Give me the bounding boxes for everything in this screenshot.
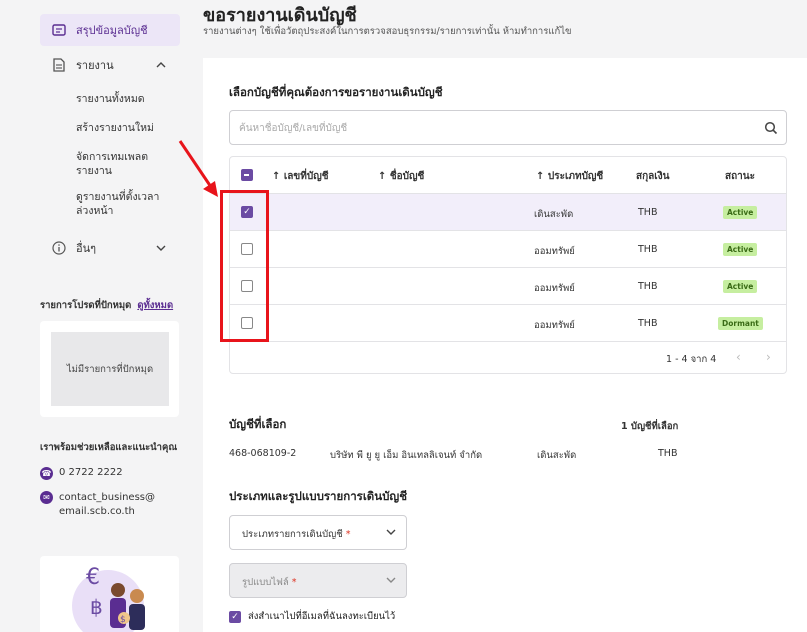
selected-count: 1 บัญชีที่เลือก [621,421,679,432]
info-icon [51,240,67,256]
view-all-link[interactable]: ดูทั้งหมด [137,298,173,313]
cell-currency: THB [638,207,658,218]
column-header-status: สถานะ [725,171,755,182]
column-header-currency: สกุลเงิน [636,171,670,182]
pagination-info: 1 - 4 จาก 4 [666,354,717,365]
mail-icon: ✉ [40,491,53,504]
cell-account-type: ออมทรัพย์ [534,320,575,331]
promo-illustration: € ฿ $ [72,565,145,632]
chevron-down-icon [386,573,396,586]
table-row[interactable]: ออมทรัพย์ THB Active [230,268,786,305]
pagination: 1 - 4 จาก 4 ‹ › [230,342,786,372]
svg-text:$: $ [120,615,126,625]
sidebar-subitem-all-reports[interactable]: รายงานทั้งหมด [76,92,176,106]
sidebar-item-label: อื่นๆ [76,242,97,255]
main-card: เลือกบัญชีที่คุณต้องการขอรายงานเดินบัญชี… [203,58,807,632]
svg-text:฿: ฿ [90,595,103,619]
search-box[interactable] [229,110,787,145]
annotation-highlight-box [220,190,269,342]
account-select-title: เลือกบัญชีที่คุณต้องการขอรายงานเดินบัญชี [229,85,443,99]
sidebar-item-account-summary[interactable]: สรุปข้อมูลบัญชี [40,14,180,46]
selected-account-no: 468-068109-2 [229,448,297,459]
cell-account-type: ออมทรัพย์ [534,283,575,294]
status-badge: Active [723,280,758,293]
sidebar-item-label: รายงาน [76,59,114,72]
cell-currency: THB [638,244,658,255]
pinned-card: ไม่มีรายการที่ปักหมุด [40,321,179,417]
email-copy-checkbox[interactable]: ✓ [229,610,241,623]
email-copy-option[interactable]: ✓ ส่งสำเนาไปที่อีเมลที่ฉันลงทะเบียนไว้ [229,609,395,624]
help-phone[interactable]: ☎ 0 2722 2222 [40,467,179,480]
table-row[interactable]: ออมทรัพย์ THB Active [230,231,786,268]
chevron-down-icon[interactable] [156,243,166,254]
chevron-down-icon [386,525,396,538]
file-format-select[interactable]: รูปแบบไฟล์ * [229,563,407,598]
sidebar-item-other[interactable]: อื่นๆ [40,234,180,262]
wallet-icon [51,22,67,38]
help-card: เราพร้อมช่วยเหลือและแนะนำคุณ ☎ 0 2722 22… [40,440,179,540]
cell-account-type: เดินสะพัด [534,209,574,220]
sidebar-subitem-scheduled[interactable]: ดูรายงานที่ตั้งเวลาล่วงหน้า [76,190,176,218]
column-header-account-name[interactable]: ↑ ชื่อบัญชี [378,169,424,184]
select-label: ประเภทรายการเดินบัญชี * [242,529,351,540]
cell-currency: THB [638,318,658,329]
document-icon [51,57,67,73]
svg-text:€: € [86,565,100,590]
format-title: ประเภทและรูปแบบรายการเดินบัญชี [229,489,408,503]
pinned-empty-state: ไม่มีรายการที่ปักหมุด [51,332,169,406]
status-badge: Active [723,243,758,256]
status-badge: Dormant [718,317,763,330]
chevron-up-icon[interactable] [156,60,166,71]
table-header: ↑ เลขที่บัญชี ↑ ชื่อบัญชี ↑ ประเภทบัญชี … [230,157,786,194]
column-header-account-no[interactable]: ↑ เลขที่บัญชี [272,169,329,184]
next-page-icon[interactable]: › [766,350,771,364]
page-subtitle: รายงานต่างๆ ใช้เพื่อวัตถุประสงค์ในการตรว… [203,26,572,37]
prev-page-icon[interactable]: ‹ [736,350,741,364]
phone-number: 0 2722 2222 [59,467,123,478]
phone-icon: ☎ [40,467,53,480]
table-row[interactable]: ออมทรัพย์ THB Dormant [230,305,786,342]
selected-account-type: เดินสะพัด [537,450,577,461]
search-icon[interactable] [764,121,778,135]
help-title: เราพร้อมช่วยเหลือและแนะนำคุณ [40,442,178,453]
selected-currency: THB [658,448,678,459]
sidebar-subitem-templates[interactable]: จัดการเทมเพลตรายงาน [76,150,176,178]
sidebar-item-label: สรุปข้อมูลบัญชี [76,24,148,37]
select-label: รูปแบบไฟล์ * [242,577,297,588]
column-header-account-type[interactable]: ↑ ประเภทบัญชี [536,169,603,184]
selected-accounts-title: บัญชีที่เลือก [229,417,287,431]
promo-card: € ฿ $ [40,556,179,632]
sidebar-subitem-create-report[interactable]: สร้างรายงานใหม่ [76,121,176,135]
pinned-header: รายการโปรดที่ปักหมุด ดูทั้งหมด [40,298,185,313]
search-input[interactable] [239,120,739,136]
selected-account-name: บริษัท พี ยู ยู เอ็ม อินเทลลิเจนท์ จำกัด [330,450,483,461]
email-address: contact_business@email.scb.co.th [59,492,156,517]
accounts-table: ↑ เลขที่บัญชี ↑ ชื่อบัญชี ↑ ประเภทบัญชี … [229,156,787,374]
sidebar: สรุปข้อมูลบัญชี รายงาน รายงานทั้งหมด สร้… [0,0,193,632]
status-badge: Active [723,206,758,219]
cell-account-type: ออมทรัพย์ [534,246,575,257]
cell-currency: THB [638,281,658,292]
pinned-title: รายการโปรดที่ปักหมุด [40,300,132,311]
sidebar-item-reports[interactable]: รายงาน [40,51,180,79]
statement-type-select[interactable]: ประเภทรายการเดินบัญชี * [229,515,407,550]
email-copy-label: ส่งสำเนาไปที่อีเมลที่ฉันลงทะเบียนไว้ [248,611,396,622]
help-email[interactable]: ✉ contact_business@email.scb.co.th [40,491,179,519]
select-all-checkbox[interactable] [241,169,253,181]
table-row[interactable]: ✓ เดินสะพัด THB Active [230,194,786,231]
